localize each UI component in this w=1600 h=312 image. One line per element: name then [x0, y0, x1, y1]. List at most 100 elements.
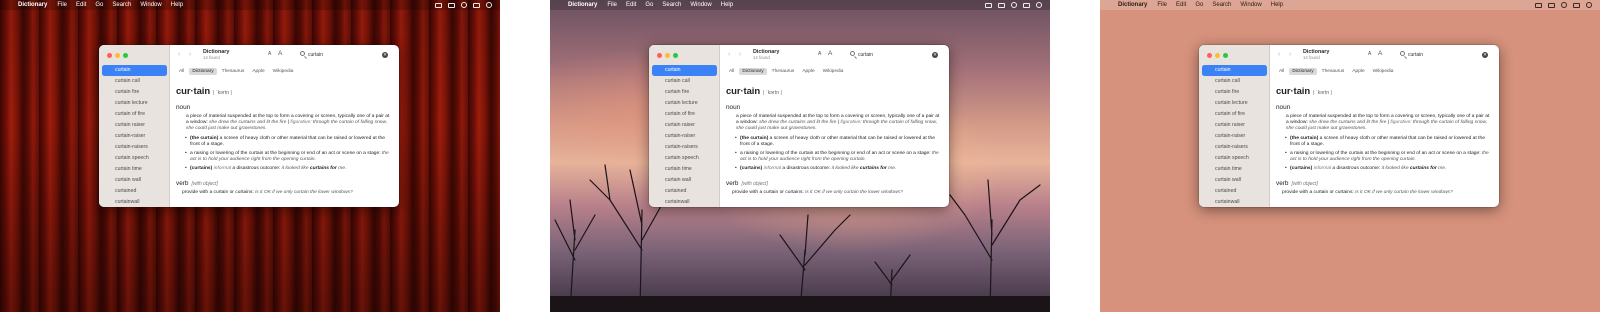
- tab-wikipedia[interactable]: Wikipedia: [820, 68, 847, 75]
- search-input[interactable]: curtain: [858, 52, 873, 58]
- increase-font-button[interactable]: A: [278, 50, 282, 57]
- clock-icon[interactable]: [1036, 2, 1042, 8]
- search-field[interactable]: curtain ✕: [848, 50, 940, 60]
- sidebar-item[interactable]: curtain-raisers: [1202, 142, 1267, 153]
- menu-window[interactable]: Window: [690, 2, 711, 8]
- sidebar-item[interactable]: curtain call: [652, 76, 717, 87]
- zoom-window-button[interactable]: [1223, 53, 1228, 58]
- search-input[interactable]: curtain: [1408, 52, 1423, 58]
- tab-wikipedia[interactable]: Wikipedia: [270, 68, 297, 75]
- sidebar-item[interactable]: curtained: [102, 186, 167, 197]
- sidebar-item[interactable]: curtain time: [652, 164, 717, 175]
- minimize-window-button[interactable]: [665, 53, 670, 58]
- sidebar-item[interactable]: curtain-raisers: [102, 142, 167, 153]
- sidebar-item[interactable]: curtainwall: [1202, 197, 1267, 207]
- menu-window[interactable]: Window: [1240, 2, 1261, 8]
- sidebar-item[interactable]: curtain: [102, 65, 167, 76]
- menu-app-name[interactable]: Dictionary: [568, 2, 597, 8]
- sidebar-item[interactable]: curtain of fire: [652, 109, 717, 120]
- forward-chevron-icon[interactable]: ›: [1289, 51, 1291, 58]
- sidebar-item[interactable]: curtain time: [102, 164, 167, 175]
- close-window-button[interactable]: [1207, 53, 1212, 58]
- menu-search[interactable]: Search: [662, 2, 681, 8]
- tab-apple[interactable]: Apple: [1349, 68, 1367, 75]
- sidebar-item[interactable]: curtain: [1202, 65, 1267, 76]
- input-icon[interactable]: [448, 2, 455, 8]
- menu-help[interactable]: Help: [721, 2, 733, 8]
- sidebar-item[interactable]: curtain call: [1202, 76, 1267, 87]
- tab-apple[interactable]: Apple: [799, 68, 817, 75]
- zoom-window-button[interactable]: [123, 53, 128, 58]
- sidebar-item[interactable]: curtain wall: [102, 175, 167, 186]
- menu-help[interactable]: Help: [171, 2, 183, 8]
- menu-go[interactable]: Go: [95, 2, 103, 8]
- decrease-font-button[interactable]: A: [268, 51, 271, 57]
- menu-window[interactable]: Window: [140, 2, 161, 8]
- clear-search-icon[interactable]: ✕: [932, 52, 938, 58]
- search-input[interactable]: curtain: [308, 52, 323, 58]
- increase-font-button[interactable]: A: [1378, 50, 1382, 57]
- tab-apple[interactable]: Apple: [249, 68, 267, 75]
- sidebar-item[interactable]: curtained: [652, 186, 717, 197]
- decrease-font-button[interactable]: A: [1368, 51, 1371, 57]
- sidebar-item[interactable]: curtain raiser: [102, 120, 167, 131]
- menu-app-name[interactable]: Dictionary: [18, 2, 47, 8]
- sidebar-item[interactable]: curtain raiser: [652, 120, 717, 131]
- menu-help[interactable]: Help: [1271, 2, 1283, 8]
- sidebar-item[interactable]: curtainwall: [652, 197, 717, 207]
- display-icon[interactable]: [1535, 2, 1542, 8]
- sidebar-item[interactable]: curtain lecture: [102, 98, 167, 109]
- search-field[interactable]: curtain ✕: [1398, 50, 1490, 60]
- minimize-window-button[interactable]: [115, 53, 120, 58]
- increase-font-button[interactable]: A: [828, 50, 832, 57]
- wifi-icon[interactable]: [461, 2, 467, 8]
- menu-app-name[interactable]: Dictionary: [1118, 2, 1147, 8]
- sidebar-item[interactable]: curtain fire: [1202, 87, 1267, 98]
- back-chevron-icon[interactable]: ‹: [1278, 51, 1280, 58]
- sidebar-item[interactable]: curtain-raisers: [652, 142, 717, 153]
- sidebar-item[interactable]: curtain fire: [652, 87, 717, 98]
- tab-thesaurus[interactable]: Thesaurus: [219, 68, 248, 75]
- decrease-font-button[interactable]: A: [818, 51, 821, 57]
- wifi-icon[interactable]: [1561, 2, 1567, 8]
- tab-dictionary[interactable]: Dictionary: [739, 68, 767, 75]
- menu-file[interactable]: File: [1157, 2, 1167, 8]
- sidebar-item[interactable]: curtain-raiser: [102, 131, 167, 142]
- sidebar-item[interactable]: curtain fire: [102, 87, 167, 98]
- tab-all[interactable]: All: [1276, 68, 1287, 75]
- clear-search-icon[interactable]: ✕: [382, 52, 388, 58]
- zoom-window-button[interactable]: [673, 53, 678, 58]
- sidebar-item[interactable]: curtainwall: [102, 197, 167, 207]
- display-icon[interactable]: [985, 2, 992, 8]
- sidebar-item[interactable]: curtain time: [1202, 164, 1267, 175]
- tab-wikipedia[interactable]: Wikipedia: [1370, 68, 1397, 75]
- menu-search[interactable]: Search: [1212, 2, 1231, 8]
- tab-thesaurus[interactable]: Thesaurus: [1319, 68, 1348, 75]
- sidebar-item[interactable]: curtain wall: [652, 175, 717, 186]
- sidebar-item[interactable]: curtain speech: [102, 153, 167, 164]
- tab-dictionary[interactable]: Dictionary: [189, 68, 217, 75]
- menu-go[interactable]: Go: [1195, 2, 1203, 8]
- sidebar-item[interactable]: curtain wall: [1202, 175, 1267, 186]
- sidebar-item[interactable]: curtain speech: [1202, 153, 1267, 164]
- menu-edit[interactable]: Edit: [76, 2, 86, 8]
- close-window-button[interactable]: [657, 53, 662, 58]
- input-icon[interactable]: [1548, 2, 1555, 8]
- clear-search-icon[interactable]: ✕: [1482, 52, 1488, 58]
- tab-thesaurus[interactable]: Thesaurus: [769, 68, 798, 75]
- minimize-window-button[interactable]: [1215, 53, 1220, 58]
- display-icon[interactable]: [435, 2, 442, 8]
- tab-dictionary[interactable]: Dictionary: [1289, 68, 1317, 75]
- back-chevron-icon[interactable]: ‹: [728, 51, 730, 58]
- back-chevron-icon[interactable]: ‹: [178, 51, 180, 58]
- clock-icon[interactable]: [486, 2, 492, 8]
- sidebar-item[interactable]: curtain: [652, 65, 717, 76]
- menu-edit[interactable]: Edit: [1176, 2, 1186, 8]
- close-window-button[interactable]: [107, 53, 112, 58]
- tab-all[interactable]: All: [726, 68, 737, 75]
- control-center-icon[interactable]: [1573, 2, 1580, 8]
- sidebar-item[interactable]: curtain of fire: [102, 109, 167, 120]
- menu-edit[interactable]: Edit: [626, 2, 636, 8]
- menu-file[interactable]: File: [57, 2, 67, 8]
- clock-icon[interactable]: [1586, 2, 1592, 8]
